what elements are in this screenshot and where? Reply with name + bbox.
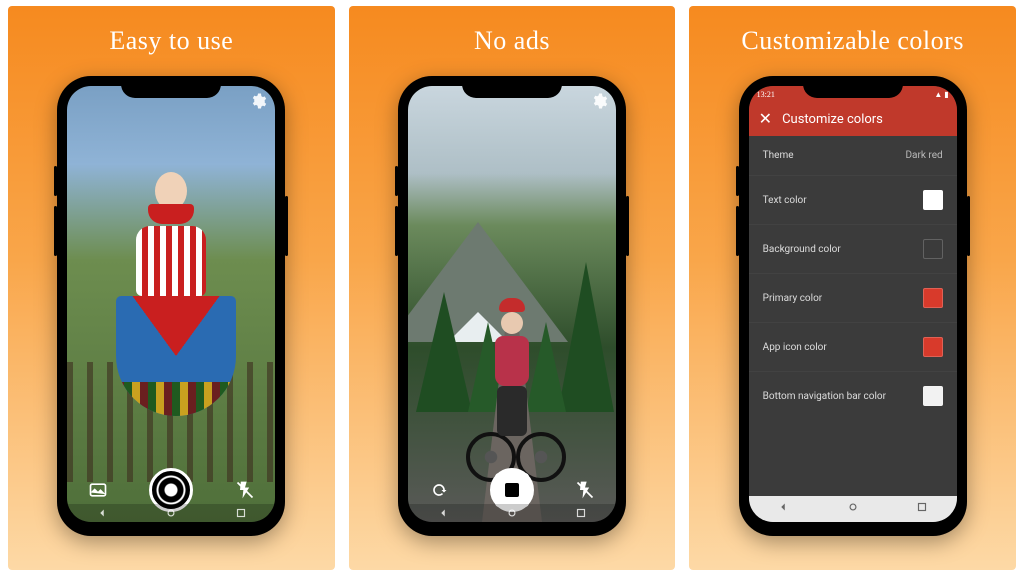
settings-row[interactable]: Bottom navigation bar color xyxy=(749,371,957,420)
nav-home-icon[interactable] xyxy=(164,506,178,520)
color-swatch[interactable] xyxy=(923,337,943,357)
status-time: 13:21 xyxy=(757,90,775,99)
close-icon[interactable]: ✕ xyxy=(759,111,772,127)
camera-screen xyxy=(408,86,616,522)
gallery-thumbnail-icon[interactable] xyxy=(88,480,108,500)
subject-person xyxy=(116,172,226,472)
settings-row-value: Dark red xyxy=(905,150,942,161)
color-swatch[interactable] xyxy=(923,239,943,259)
settings-row-label: App icon color xyxy=(763,342,827,353)
status-icons: ▲ ▮ xyxy=(934,90,948,99)
promo-panel-colors: Customizable colors 13:21 ▲ ▮ ✕ Customiz… xyxy=(689,6,1016,570)
gear-icon[interactable] xyxy=(590,92,608,110)
phone-mockup xyxy=(57,76,285,536)
camera-screen xyxy=(67,86,275,522)
nav-home-icon[interactable] xyxy=(505,506,519,520)
viewfinder-photo xyxy=(67,86,275,522)
subject-cyclist xyxy=(482,302,542,452)
phone-mockup: 13:21 ▲ ▮ ✕ Customize colors Theme Dark r… xyxy=(739,76,967,536)
settings-list: Theme Dark red Text color Background color P… xyxy=(749,136,957,420)
settings-row[interactable]: Theme Dark red xyxy=(749,136,957,175)
promo-panel-easy: Easy to use xyxy=(8,6,335,570)
gear-icon[interactable] xyxy=(249,92,267,110)
settings-row[interactable]: Primary color xyxy=(749,273,957,322)
settings-row-label: Text color xyxy=(763,195,807,206)
phone-notch xyxy=(803,76,903,98)
nav-back-icon[interactable] xyxy=(436,506,450,520)
android-navbar xyxy=(67,504,275,522)
settings-row[interactable]: App icon color xyxy=(749,322,957,371)
settings-screen: 13:21 ▲ ▮ ✕ Customize colors Theme Dark r… xyxy=(749,86,957,522)
android-navbar-light xyxy=(749,496,957,522)
app-bar: ✕ Customize colors xyxy=(749,102,957,136)
color-swatch[interactable] xyxy=(923,288,943,308)
settings-row[interactable]: Background color xyxy=(749,224,957,273)
headline: Easy to use xyxy=(109,26,233,56)
android-navbar xyxy=(408,504,616,522)
headline: No ads xyxy=(474,26,550,56)
color-swatch[interactable] xyxy=(923,386,943,406)
flash-off-icon[interactable] xyxy=(235,480,255,500)
nav-back-icon[interactable] xyxy=(95,506,109,520)
flash-off-icon[interactable] xyxy=(575,480,595,500)
nav-recents-icon[interactable] xyxy=(915,500,929,519)
headline: Customizable colors xyxy=(741,26,964,56)
settings-row-label: Primary color xyxy=(763,293,823,304)
app-bar-title: Customize colors xyxy=(782,112,883,127)
settings-row-label: Bottom navigation bar color xyxy=(763,391,886,402)
viewfinder-video xyxy=(408,86,616,522)
settings-row-label: Theme xyxy=(763,150,794,161)
nav-recents-icon[interactable] xyxy=(574,506,588,520)
phone-notch xyxy=(121,76,221,98)
phone-notch xyxy=(462,76,562,98)
promo-panel-noads: No ads xyxy=(349,6,676,570)
switch-camera-icon[interactable] xyxy=(429,480,449,500)
promo-triptych: Easy to use xyxy=(0,0,1024,576)
nav-home-icon[interactable] xyxy=(846,500,860,519)
phone-mockup xyxy=(398,76,626,536)
nav-back-icon[interactable] xyxy=(776,500,790,519)
settings-row[interactable]: Text color xyxy=(749,175,957,224)
color-swatch[interactable] xyxy=(923,190,943,210)
nav-recents-icon[interactable] xyxy=(234,506,248,520)
settings-row-label: Background color xyxy=(763,244,841,255)
